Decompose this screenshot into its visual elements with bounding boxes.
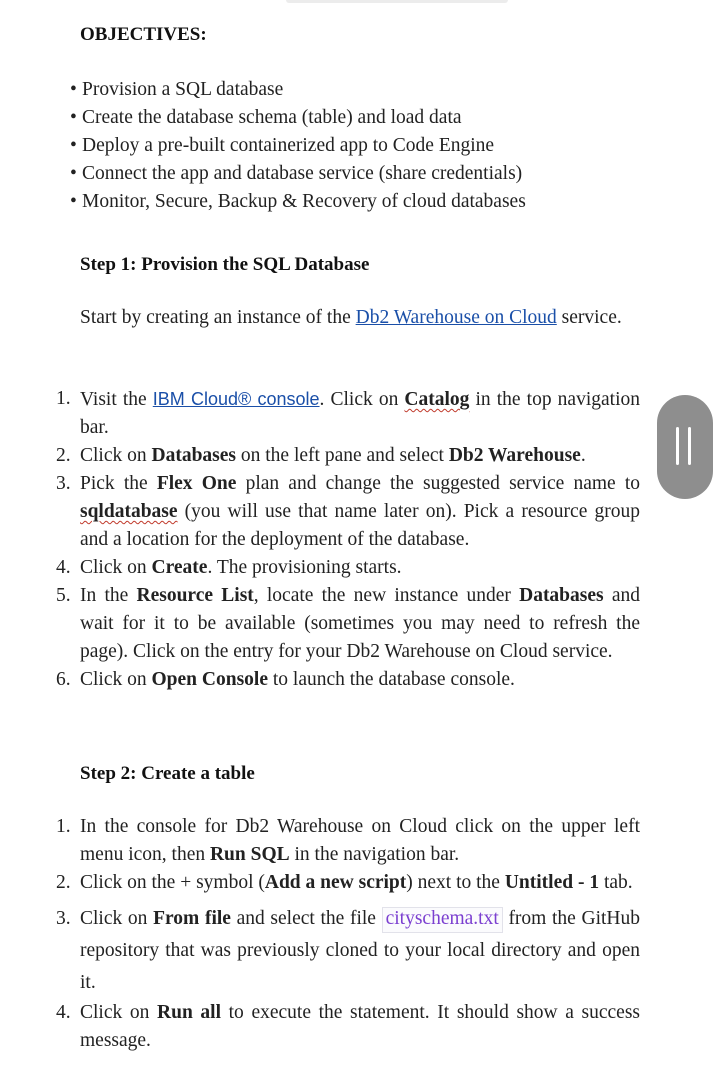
list-number: 3. xyxy=(56,473,71,494)
list-item-text: Click on Open Console to launch the data… xyxy=(80,669,515,690)
list-item-text: Click on the + symbol (Add a new script)… xyxy=(80,872,633,893)
list-number: 4. xyxy=(56,1002,71,1023)
cityschema-filename: cityschema.txt xyxy=(381,907,503,933)
list-item: 4. Click on Create. The provisioning sta… xyxy=(56,554,640,582)
step1-intro-text: Start by creating an instance of the xyxy=(80,307,356,328)
list-number: 1. xyxy=(56,388,71,409)
list-item: 3. Pick the Flex One plan and change the… xyxy=(56,470,640,554)
objective-item: Create the database schema (table) and l… xyxy=(70,104,526,132)
list-number: 3. xyxy=(56,908,71,929)
list-number: 4. xyxy=(56,557,71,578)
step2-heading: Step 2: Create a table xyxy=(80,763,255,784)
objective-item: Connect the app and database service (sh… xyxy=(70,160,526,188)
objective-item: Deploy a pre-built containerized app to … xyxy=(70,132,526,160)
sqldatabase-term: sqldatabase xyxy=(80,501,178,522)
top-edge-tab xyxy=(286,0,508,3)
list-number: 5. xyxy=(56,585,71,606)
list-item: 1. In the console for Db2 Warehouse on C… xyxy=(56,813,640,869)
list-item: 5. In the Resource List, locate the new … xyxy=(56,582,640,666)
list-item: 3. Click on From file and select the fil… xyxy=(56,903,640,999)
step1-heading: Step 1: Provision the SQL Database xyxy=(80,254,370,275)
list-item-text: Pick the Flex One plan and change the su… xyxy=(80,473,641,550)
step1-intro: Start by creating an instance of the Db2… xyxy=(80,304,640,332)
scroll-handle[interactable] xyxy=(657,395,713,499)
step1-intro-tail: service. xyxy=(556,307,622,328)
objectives-heading: OBJECTIVES: xyxy=(80,24,207,45)
list-item-text: Click on From file and select the file c… xyxy=(80,907,640,993)
list-item: 2. Click on the + symbol (Add a new scri… xyxy=(56,869,640,897)
list-item: 6. Click on Open Console to launch the d… xyxy=(56,666,640,694)
list-item-text: Click on Run all to execute the statemen… xyxy=(80,1002,641,1051)
ibm-cloud-console-link[interactable]: IBM Cloud® console xyxy=(153,389,320,409)
list-item-text: Click on Create. The provisioning starts… xyxy=(80,557,402,578)
db2-warehouse-link[interactable]: Db2 Warehouse on Cloud xyxy=(356,307,557,328)
objective-item: Monitor, Secure, Backup & Recovery of cl… xyxy=(70,188,526,216)
list-item: 2. Click on Databases on the left pane a… xyxy=(56,442,640,470)
list-number: 6. xyxy=(56,669,71,690)
list-item-text: Click on Databases on the left pane and … xyxy=(80,445,586,466)
objective-item: Provision a SQL database xyxy=(70,76,526,104)
step1-list: 1. Visit the IBM Cloud® console. Click o… xyxy=(56,385,640,694)
catalog-term: Catalog xyxy=(404,389,470,410)
objectives-list: Provision a SQL database Create the data… xyxy=(70,76,526,216)
grip-line-icon xyxy=(676,427,679,465)
list-item: 4. Click on Run all to execute the state… xyxy=(56,999,640,1055)
list-number: 2. xyxy=(56,445,71,466)
step2-list: 1. In the console for Db2 Warehouse on C… xyxy=(56,813,640,1055)
list-number: 2. xyxy=(56,872,71,893)
list-item-text: Visit the IBM Cloud® console. Click on C… xyxy=(80,389,640,438)
grip-line-icon xyxy=(688,427,691,465)
list-number: 1. xyxy=(56,816,71,837)
list-item-text: In the console for Db2 Warehouse on Clou… xyxy=(80,816,640,865)
list-item: 1. Visit the IBM Cloud® console. Click o… xyxy=(56,385,640,442)
list-item-text: In the Resource List, locate the new ins… xyxy=(80,585,640,662)
